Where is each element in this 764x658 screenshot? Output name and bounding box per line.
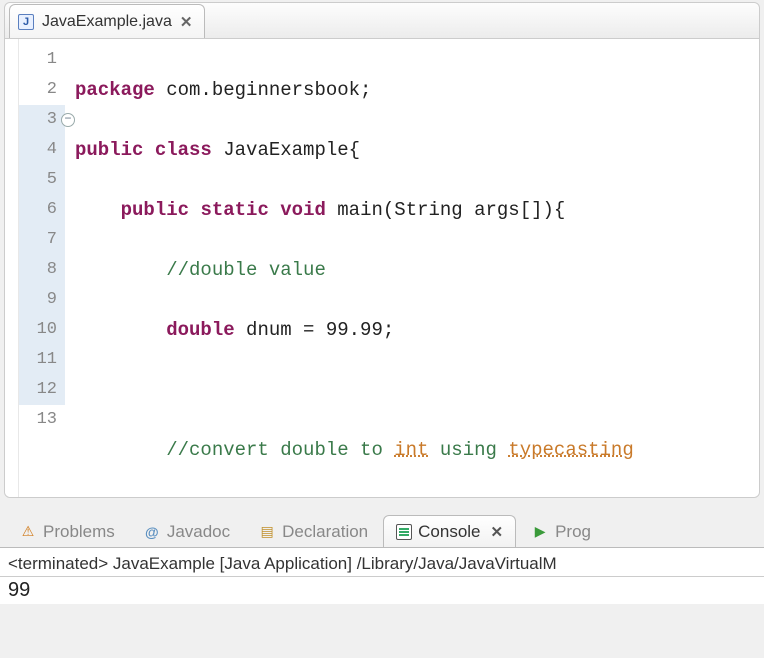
code-area: 1 2 3− 4 5 6 7 8 9 10 11 12 13 package c… [5, 39, 759, 497]
line-number: 9 [19, 285, 65, 315]
tab-declaration[interactable]: ▤ Declaration [245, 515, 381, 547]
progress-icon: ▶ [531, 523, 549, 541]
close-icon[interactable]: ✕ [180, 13, 193, 31]
bottom-tab-bar: ⚠ Problems @ Javadoc ▤ Declaration Conso… [0, 510, 764, 548]
line-number-gutter: 1 2 3− 4 5 6 7 8 9 10 11 12 13 [19, 39, 65, 497]
java-file-icon: J [18, 14, 34, 30]
line-number: 8 [19, 255, 65, 285]
tab-label: Declaration [282, 522, 368, 542]
tab-label: Prog [555, 522, 591, 542]
line-number: 3− [19, 105, 65, 135]
tab-problems[interactable]: ⚠ Problems [6, 515, 128, 547]
tab-console[interactable]: Console ✕ [383, 515, 516, 547]
console-icon [396, 524, 412, 540]
editor-tab[interactable]: J JavaExample.java ✕ [9, 4, 205, 38]
line-number: 6 [19, 195, 65, 225]
javadoc-icon: @ [143, 523, 161, 541]
problems-icon: ⚠ [19, 523, 37, 541]
console-output: 99 [0, 576, 764, 604]
tab-progress[interactable]: ▶ Prog [518, 515, 604, 547]
editor-pane: J JavaExample.java ✕ 1 2 3− 4 5 6 7 8 9 … [4, 2, 760, 498]
declaration-icon: ▤ [258, 523, 276, 541]
tab-label: Problems [43, 522, 115, 542]
tab-javadoc[interactable]: @ Javadoc [130, 515, 243, 547]
editor-tab-bar: J JavaExample.java ✕ [5, 3, 759, 39]
fold-icon[interactable]: − [61, 113, 75, 127]
line-number: 5 [19, 165, 65, 195]
line-number: 12 [19, 375, 65, 405]
tab-label: Console [418, 522, 480, 542]
line-number: 4 [19, 135, 65, 165]
code-content[interactable]: package com.beginnersbook; public class … [65, 39, 759, 497]
console-run-info: <terminated> JavaExample [Java Applicati… [0, 548, 764, 576]
bottom-pane: ⚠ Problems @ Javadoc ▤ Declaration Conso… [0, 510, 764, 604]
editor-tab-label: JavaExample.java [42, 13, 172, 31]
marker-column [5, 39, 19, 497]
close-icon[interactable]: ✕ [491, 523, 504, 541]
line-number: 2 [19, 75, 65, 105]
tab-label: Javadoc [167, 522, 230, 542]
line-number: 7 [19, 225, 65, 255]
line-number: 10 [19, 315, 65, 345]
line-number: 13 [19, 405, 65, 435]
line-number: 11 [19, 345, 65, 375]
line-number: 1 [19, 45, 65, 75]
